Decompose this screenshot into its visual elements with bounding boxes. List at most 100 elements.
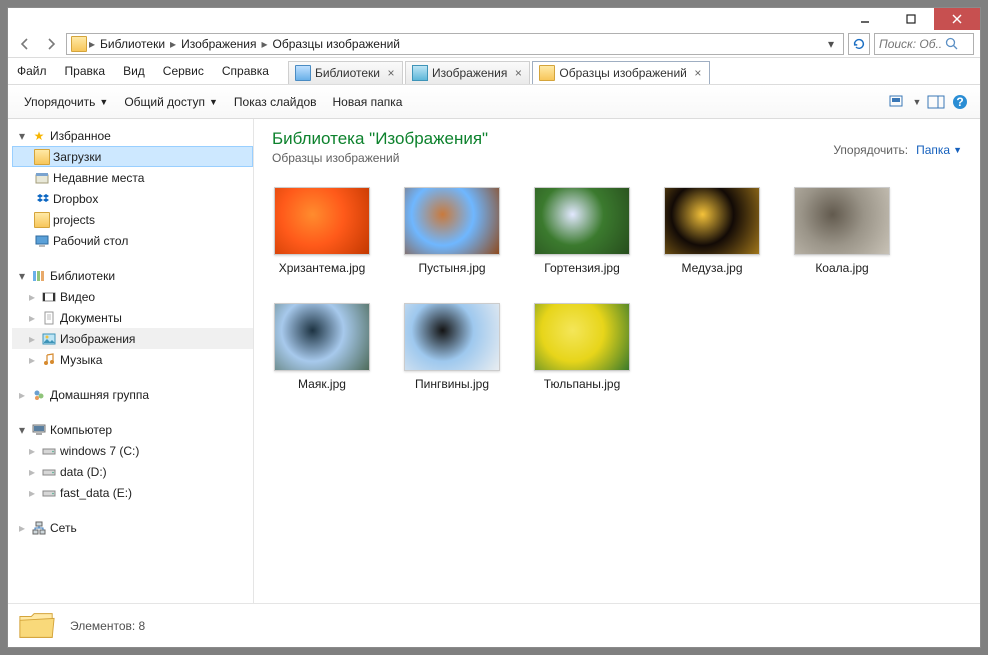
expand-icon[interactable]: ▸ [26, 291, 38, 303]
tree-recent[interactable]: Недавние места [12, 167, 253, 188]
new-folder-button[interactable]: Новая папка [325, 91, 411, 113]
file-item[interactable]: Тюльпаны.jpg [532, 303, 632, 391]
thumbnail-image [664, 187, 760, 255]
collapse-icon[interactable]: ▾ [16, 130, 28, 142]
file-item[interactable]: Пустыня.jpg [402, 187, 502, 275]
arrange-dropdown[interactable]: Папка▼ [916, 143, 962, 157]
library-icon [31, 268, 47, 284]
thumbnail-image [404, 303, 500, 371]
minimize-button[interactable] [842, 8, 888, 30]
collapse-icon[interactable]: ▾ [16, 270, 28, 282]
menu-service[interactable]: Сервис [154, 58, 213, 84]
tree-drive-d[interactable]: ▸ data (D:) [12, 461, 253, 482]
organize-button[interactable]: Упорядочить▼ [16, 91, 116, 113]
folder-icon [34, 149, 50, 165]
tab-close[interactable]: × [511, 66, 525, 80]
tree-desktop[interactable]: Рабочий стол [12, 230, 253, 251]
tree-projects[interactable]: projects [12, 209, 253, 230]
file-item[interactable]: Коала.jpg [792, 187, 892, 275]
tree-network[interactable]: ▸ Сеть [12, 517, 253, 538]
search-box[interactable] [874, 33, 974, 55]
menu-help[interactable]: Справка [213, 58, 278, 84]
tab-close[interactable]: × [691, 66, 705, 80]
tree-label: projects [53, 213, 95, 227]
tab-libraries[interactable]: Библиотеки × [288, 61, 403, 84]
maximize-button[interactable] [888, 8, 934, 30]
collapse-icon[interactable]: ▾ [16, 424, 28, 436]
breadcrumb-segment[interactable]: Образцы изображений [270, 35, 403, 53]
file-name: Коала.jpg [815, 261, 868, 275]
tree-video[interactable]: ▸ Видео [12, 286, 253, 307]
address-dropdown[interactable]: ▾ [823, 37, 839, 51]
star-icon: ★ [31, 128, 47, 144]
menu-view[interactable]: Вид [114, 58, 154, 84]
expand-icon[interactable]: ▸ [26, 466, 38, 478]
file-item[interactable]: Медуза.jpg [662, 187, 762, 275]
close-button[interactable] [934, 8, 980, 30]
file-name: Пустыня.jpg [418, 261, 485, 275]
expand-icon[interactable]: ▸ [16, 522, 28, 534]
tree-drive-e[interactable]: ▸ fast_data (E:) [12, 482, 253, 503]
file-item[interactable]: Хризантема.jpg [272, 187, 372, 275]
expand-icon[interactable]: ▸ [26, 333, 38, 345]
tab-images[interactable]: Изображения × [405, 61, 530, 84]
expand-icon[interactable]: ▸ [16, 389, 28, 401]
tree-label: Домашняя группа [50, 388, 149, 402]
chevron-right-icon: ▸ [88, 37, 96, 51]
refresh-button[interactable] [848, 33, 870, 55]
tree-downloads[interactable]: Загрузки [12, 146, 253, 167]
menu-file[interactable]: Файл [8, 58, 56, 84]
drive-icon [41, 443, 57, 459]
tree-dropbox[interactable]: Dropbox [12, 188, 253, 209]
library-icon [295, 65, 311, 81]
tree-homegroup[interactable]: ▸ Домашняя группа [12, 384, 253, 405]
tree-documents[interactable]: ▸ Документы [12, 307, 253, 328]
tree-label: Избранное [50, 129, 111, 143]
preview-pane-button[interactable] [924, 90, 948, 114]
file-item[interactable]: Пингвины.jpg [402, 303, 502, 391]
menu-bar: Файл Правка Вид Сервис Справка Библиотек… [8, 58, 980, 85]
slideshow-button[interactable]: Показ слайдов [226, 91, 325, 113]
chevron-right-icon: ▸ [261, 37, 269, 51]
expand-icon[interactable]: ▸ [26, 354, 38, 366]
search-input[interactable] [879, 37, 941, 51]
forward-button[interactable] [40, 33, 62, 55]
menu-edit[interactable]: Правка [56, 58, 115, 84]
view-mode-dropdown[interactable]: ▼ [910, 90, 924, 114]
file-grid[interactable]: Хризантема.jpg Пустыня.jpg Гортензия.jpg Ме… [254, 169, 980, 603]
tree-label: Dropbox [53, 192, 98, 206]
back-button[interactable] [14, 33, 36, 55]
share-button[interactable]: Общий доступ▼ [116, 91, 226, 113]
file-item[interactable]: Маяк.jpg [272, 303, 372, 391]
file-name: Медуза.jpg [681, 261, 742, 275]
expand-icon[interactable]: ▸ [26, 312, 38, 324]
tree-computer[interactable]: ▾ Компьютер [12, 419, 253, 440]
address-bar[interactable]: ▸ Библиотеки ▸ Изображения ▸ Образцы изо… [66, 33, 844, 55]
file-name: Пингвины.jpg [415, 377, 489, 391]
title-bar [8, 8, 980, 30]
file-item[interactable]: Гортензия.jpg [532, 187, 632, 275]
tree-label: Рабочий стол [53, 234, 128, 248]
tree-music[interactable]: ▸ Музыка [12, 349, 253, 370]
file-name: Тюльпаны.jpg [544, 377, 621, 391]
tree-favorites[interactable]: ▾ ★ Избранное [12, 125, 253, 146]
nav-row: ▸ Библиотеки ▸ Изображения ▸ Образцы изо… [8, 30, 980, 58]
tab-close[interactable]: × [384, 66, 398, 80]
tree-pictures[interactable]: ▸ Изображения [12, 328, 253, 349]
video-icon [41, 289, 57, 305]
tree-label: Видео [60, 290, 95, 304]
tab-strip: Библиотеки × Изображения × Образцы изобр… [288, 58, 712, 84]
expand-icon[interactable]: ▸ [26, 445, 38, 457]
desktop-icon [34, 233, 50, 249]
tab-sample-images[interactable]: Образцы изображений × [532, 61, 709, 84]
library-title: Библиотека "Изображения" [272, 129, 833, 149]
expand-icon[interactable]: ▸ [26, 487, 38, 499]
help-button[interactable]: ? [948, 90, 972, 114]
view-mode-button[interactable] [886, 90, 910, 114]
breadcrumb-segment[interactable]: Библиотеки [97, 35, 168, 53]
homegroup-icon [31, 387, 47, 403]
breadcrumb-segment[interactable]: Изображения [178, 35, 259, 53]
tree-libraries[interactable]: ▾ Библиотеки [12, 265, 253, 286]
tab-label: Изображения [432, 66, 507, 80]
tree-drive-c[interactable]: ▸ windows 7 (C:) [12, 440, 253, 461]
